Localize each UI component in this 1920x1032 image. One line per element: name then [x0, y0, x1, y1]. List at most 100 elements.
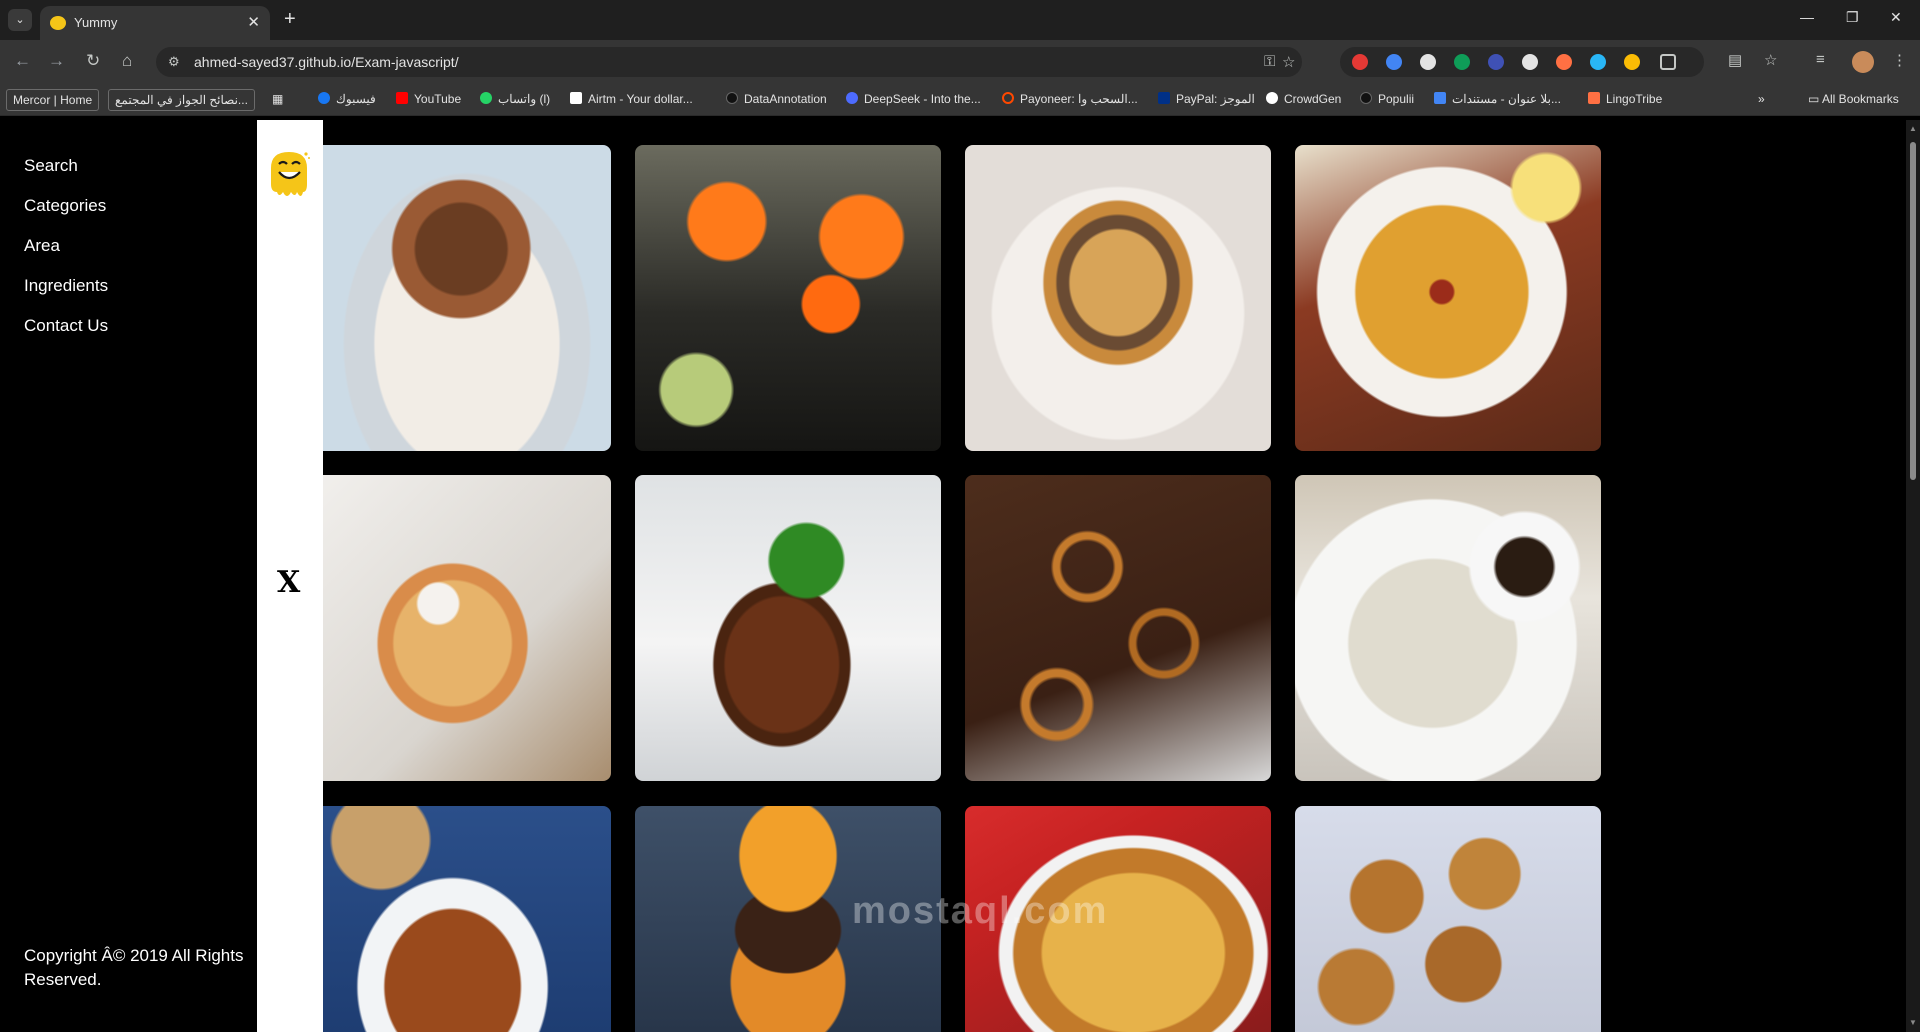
nav-link-area[interactable]: Area — [24, 236, 60, 256]
bookmark-lingotribe[interactable]: LingoTribe — [1588, 92, 1662, 106]
extension-icon[interactable] — [1590, 54, 1606, 70]
bookmark-arabic-article[interactable]: نصائح الجواز في المجتمع... — [108, 89, 255, 111]
nav-link-contact-us[interactable]: Contact Us — [24, 316, 108, 336]
site-info-icon[interactable]: ⚙ — [168, 54, 180, 70]
browser-toolbar: ← → ↻ ⌂ ⚙ ahmed-sayed37.github.io/Exam-j… — [0, 40, 1920, 84]
minimize-icon[interactable]: — — [1800, 9, 1814, 25]
payoneer-icon — [1002, 92, 1014, 104]
url-text[interactable]: ahmed-sayed37.github.io/Exam-javascript/ — [194, 54, 459, 70]
extension-icon[interactable] — [1522, 54, 1538, 70]
reading-list-icon[interactable]: ▤ — [1728, 51, 1742, 69]
bookmarks-bar: Mercor | Home نصائح الجواز في المجتمع...… — [0, 84, 1920, 116]
youtube-icon — [396, 92, 408, 104]
airtm-icon — [570, 92, 582, 104]
facebook-icon — [318, 92, 330, 104]
bookmark-deepseek[interactable]: DeepSeek - Into the... — [846, 92, 981, 106]
bookmark-dataannotation[interactable]: DataAnnotation — [726, 92, 827, 106]
browser-tab-bar: ⌄ Yummy ✕ + — ❐ ✕ — [0, 0, 1920, 40]
password-key-icon[interactable]: ⚿ — [1264, 53, 1275, 70]
meal-card[interactable] — [1295, 145, 1601, 451]
side-toggle-strip: X — [257, 120, 323, 1032]
nav-link-search[interactable]: Search — [24, 156, 78, 176]
extension-icon[interactable] — [1488, 54, 1504, 70]
home-icon[interactable]: ⌂ — [122, 51, 132, 71]
scroll-up-icon[interactable]: ▲ — [1909, 124, 1917, 133]
tab-close-icon[interactable]: ✕ — [247, 13, 260, 31]
media-controls-icon[interactable]: ≡ — [1816, 51, 1825, 68]
meal-card[interactable] — [323, 145, 611, 451]
bookmark-populii[interactable]: Populii — [1360, 92, 1414, 106]
tab-title: Yummy — [74, 15, 118, 30]
extension-icon[interactable] — [1624, 54, 1640, 70]
folder-icon: ▭ — [1808, 92, 1823, 106]
bookmark-payoneer[interactable]: Payoneer: السحب وا... — [1002, 92, 1138, 106]
bookmark-label: فيسبوك — [336, 92, 376, 106]
meal-card[interactable] — [1295, 475, 1601, 781]
extension-icon[interactable] — [1352, 54, 1368, 70]
nav-link-ingredients[interactable]: Ingredients — [24, 276, 108, 296]
bookmark-paypal[interactable]: PayPal: الموجز — [1158, 92, 1255, 106]
paypal-icon — [1158, 92, 1170, 104]
bookmark-label: واتساب (l) — [498, 92, 551, 106]
meal-card[interactable] — [965, 475, 1271, 781]
populii-icon — [1360, 92, 1372, 104]
all-bookmarks-label: All Bookmarks — [1822, 92, 1899, 106]
meal-card[interactable] — [323, 475, 611, 781]
extension-icon[interactable] — [1420, 54, 1436, 70]
menu-icon[interactable]: ⋮ — [1892, 51, 1907, 69]
nav-link-categories[interactable]: Categories — [24, 196, 106, 216]
window-close-icon[interactable]: ✕ — [1890, 9, 1902, 26]
back-icon[interactable]: ← — [14, 51, 31, 71]
whatsapp-icon — [480, 92, 492, 104]
apps-grid-icon[interactable]: ▦ — [272, 92, 283, 106]
meal-card[interactable] — [1295, 806, 1601, 1032]
meal-card[interactable] — [323, 806, 611, 1032]
watermark: mostaql.com — [852, 890, 1109, 932]
bookmark-label: Populii — [1378, 92, 1415, 106]
bookmark-google-docs[interactable]: بلا عنوان - مستندات... — [1434, 92, 1561, 106]
scroll-down-icon[interactable]: ▼ — [1909, 1018, 1917, 1027]
bookmark-label: PayPal: الموجز — [1176, 92, 1255, 106]
bookmarks-icon[interactable]: ☆ — [1764, 51, 1777, 69]
crowdgen-icon — [1266, 92, 1278, 104]
bookmark-facebook[interactable]: فيسبوك — [318, 92, 376, 106]
extension-icon[interactable] — [1386, 54, 1402, 70]
bookmark-label: DataAnnotation — [744, 92, 827, 106]
scrollbar[interactable]: ▲ ▼ — [1906, 120, 1920, 1032]
bookmark-label: DeepSeek - Into the... — [864, 92, 981, 106]
profile-avatar[interactable] — [1852, 51, 1874, 73]
bookmark-label: CrowdGen — [1284, 92, 1342, 106]
tab-search-button[interactable]: ⌄ — [8, 9, 32, 31]
new-tab-button[interactable]: + — [284, 8, 296, 30]
bookmark-whatsapp[interactable]: واتساب (l) — [480, 92, 550, 106]
extensions-area — [1340, 47, 1704, 77]
bookmark-mercor[interactable]: Mercor | Home — [6, 89, 100, 111]
bookmark-youtube[interactable]: YouTube — [396, 92, 461, 106]
deepseek-icon — [846, 92, 858, 104]
close-menu-icon[interactable]: X — [277, 568, 300, 598]
page-content: Search Categories Area Ingredients Conta… — [0, 120, 1920, 1032]
tab-favicon-icon — [50, 16, 66, 30]
bookmark-crowdgen[interactable]: CrowdGen — [1266, 92, 1341, 106]
bookmarks-overflow-icon[interactable]: » — [1758, 92, 1765, 106]
bookmark-label: LingoTribe — [1606, 92, 1663, 106]
scroll-thumb[interactable] — [1910, 142, 1916, 480]
bookmark-label: Airtm - Your dollar... — [588, 92, 693, 106]
extensions-puzzle-icon[interactable] — [1660, 54, 1676, 70]
restore-icon[interactable]: ❐ — [1846, 9, 1859, 26]
all-bookmarks[interactable]: ▭ All Bookmarks — [1808, 92, 1899, 106]
address-bar[interactable]: ⚙ ahmed-sayed37.github.io/Exam-javascrip… — [156, 47, 1302, 77]
extension-icon[interactable] — [1556, 54, 1572, 70]
dataannotation-icon — [726, 92, 738, 104]
meal-card[interactable] — [635, 145, 941, 451]
bookmark-label: YouTube — [414, 92, 462, 106]
bookmark-label: Payoneer: السحب وا... — [1020, 92, 1138, 106]
meal-card[interactable] — [965, 145, 1271, 451]
meal-card[interactable] — [635, 475, 941, 781]
bookmark-airtm[interactable]: Airtm - Your dollar... — [570, 92, 693, 106]
forward-icon[interactable]: → — [48, 51, 65, 71]
bookmark-star-icon[interactable]: ☆ — [1282, 53, 1295, 71]
reload-icon[interactable]: ↻ — [86, 51, 100, 71]
extension-icon[interactable] — [1454, 54, 1470, 70]
browser-tab[interactable]: Yummy ✕ — [40, 6, 270, 40]
